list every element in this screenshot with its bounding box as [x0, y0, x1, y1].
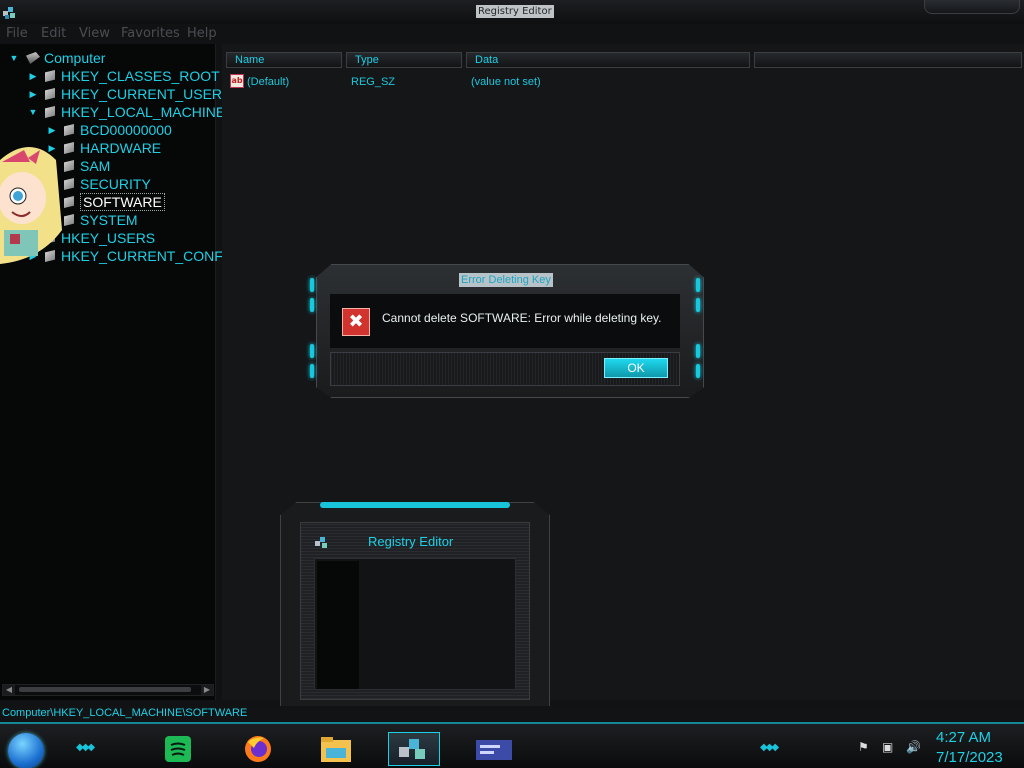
- decor-chevrons: ◆◆◆: [760, 742, 779, 753]
- computer-icon: [26, 52, 40, 64]
- menu-edit[interactable]: Edit: [41, 26, 66, 41]
- title-bar[interactable]: Registry Editor: [0, 0, 1024, 24]
- decor-bar: [310, 298, 314, 312]
- decor-chevrons: ◆◆◆: [76, 742, 95, 753]
- thumbnail-tree: [317, 561, 359, 689]
- key-folder-icon: [64, 178, 74, 190]
- status-path: Computer\HKEY_LOCAL_MACHINE\SOFTWARE: [2, 707, 248, 719]
- window-title: Registry Editor: [476, 5, 554, 18]
- network-icon[interactable]: ▣: [882, 740, 893, 754]
- spotify-taskbar-button[interactable]: [160, 732, 196, 766]
- file-explorer-taskbar-button[interactable]: [318, 732, 354, 766]
- cartoon-character-sticker: [0, 147, 62, 264]
- error-icon: ✖: [342, 308, 370, 336]
- status-bar: Computer\HKEY_LOCAL_MACHINE\SOFTWARE: [0, 706, 1024, 722]
- control-panel-icon: [476, 740, 512, 760]
- expand-icon[interactable]: ▼: [8, 52, 20, 64]
- thumbnail-screen: [314, 558, 516, 690]
- error-dialog: Error Deleting Key ✖ Cannot delete SOFTW…: [310, 264, 704, 398]
- collapse-icon[interactable]: ▼: [27, 106, 39, 118]
- decor-bar: [310, 344, 314, 358]
- dialog-body: ✖ Cannot delete SOFTWARE: Error while de…: [330, 294, 680, 348]
- thumbnail-title: Registry Editor: [368, 534, 454, 549]
- decor-bar: [696, 364, 700, 378]
- volume-icon[interactable]: 🔊: [906, 740, 921, 754]
- clock-date[interactable]: 7/17/2023: [936, 749, 1003, 766]
- key-folder-icon: [64, 160, 74, 172]
- column-header-empty[interactable]: [754, 52, 1022, 68]
- string-value-icon: ab: [230, 74, 244, 88]
- key-folder-icon: [45, 106, 55, 118]
- taskbar-thumbnail-preview[interactable]: Registry Editor: [280, 502, 550, 720]
- firefox-icon: [245, 736, 271, 762]
- key-folder-icon: [45, 70, 55, 82]
- start-button[interactable]: [8, 733, 44, 768]
- tree-horizontal-scrollbar[interactable]: ◀ ▶: [2, 684, 214, 696]
- decor-bar: [696, 344, 700, 358]
- decor-bar: [310, 364, 314, 378]
- registry-editor-icon: [3, 7, 15, 19]
- scroll-thumb[interactable]: [19, 687, 191, 692]
- dialog-message: Cannot delete SOFTWARE: Error while dele…: [382, 311, 662, 325]
- expand-icon[interactable]: ▶: [27, 88, 39, 100]
- menu-view[interactable]: View: [79, 26, 110, 41]
- menu-bar: File Edit View Favorites Help: [0, 24, 220, 44]
- taskbar: ◆◆◆ ◆◆◆ ⚑ ▣ 🔊 4:27 AM 7/17/2023: [0, 722, 1024, 768]
- value-data: (value not set): [471, 76, 541, 88]
- action-center-flag-icon[interactable]: ⚑: [858, 740, 869, 754]
- tree-item-hkey-current-user[interactable]: ▶ HKEY_CURRENT_USER: [27, 85, 223, 103]
- scroll-right-icon[interactable]: ▶: [201, 685, 213, 695]
- file-explorer-icon: [321, 737, 351, 762]
- menu-file[interactable]: File: [6, 26, 28, 41]
- dialog-title: Error Deleting Key: [459, 273, 553, 287]
- desktop: Registry Editor File Edit View Favorites…: [0, 0, 1024, 768]
- value-name[interactable]: (Default): [247, 74, 289, 90]
- key-folder-icon: [64, 142, 74, 154]
- decor-bar: [696, 278, 700, 292]
- tree-item-computer[interactable]: ▼ Computer: [8, 49, 106, 67]
- firefox-taskbar-button[interactable]: [240, 732, 276, 766]
- decor-bar: [696, 298, 700, 312]
- column-header-data[interactable]: Data: [466, 52, 750, 68]
- key-folder-icon: [64, 196, 74, 208]
- expand-icon[interactable]: ▶: [46, 124, 58, 136]
- ok-button[interactable]: OK: [604, 358, 668, 378]
- clock-time[interactable]: 4:27 AM: [936, 729, 991, 746]
- registry-editor-icon: [399, 739, 425, 759]
- key-folder-icon: [45, 88, 55, 100]
- tree-item-hkey-local-machine[interactable]: ▼ HKEY_LOCAL_MACHINE: [27, 103, 226, 121]
- menu-favorites[interactable]: Favorites: [121, 26, 180, 41]
- decor-bar: [310, 278, 314, 292]
- menu-help[interactable]: Help: [187, 26, 217, 41]
- tree-item-bcd[interactable]: ▶ BCD00000000: [46, 121, 172, 139]
- key-folder-icon: [64, 124, 74, 136]
- column-header-name[interactable]: Name: [226, 52, 342, 68]
- scroll-left-icon[interactable]: ◀: [3, 685, 15, 695]
- control-panel-taskbar-button[interactable]: [472, 732, 516, 766]
- value-type: REG_SZ: [351, 76, 396, 88]
- registry-editor-icon: [315, 537, 327, 548]
- tree-item-hkey-classes-root[interactable]: ▶ HKEY_CLASSES_ROOT: [27, 67, 220, 85]
- expand-icon[interactable]: ▶: [27, 70, 39, 82]
- caption-buttons[interactable]: [924, 0, 1020, 14]
- column-header-type[interactable]: Type: [346, 52, 462, 68]
- spotify-icon: [165, 736, 191, 762]
- thumbnail-top-glow: [320, 502, 510, 508]
- key-folder-icon: [64, 214, 74, 226]
- registry-editor-taskbar-button[interactable]: [388, 732, 440, 766]
